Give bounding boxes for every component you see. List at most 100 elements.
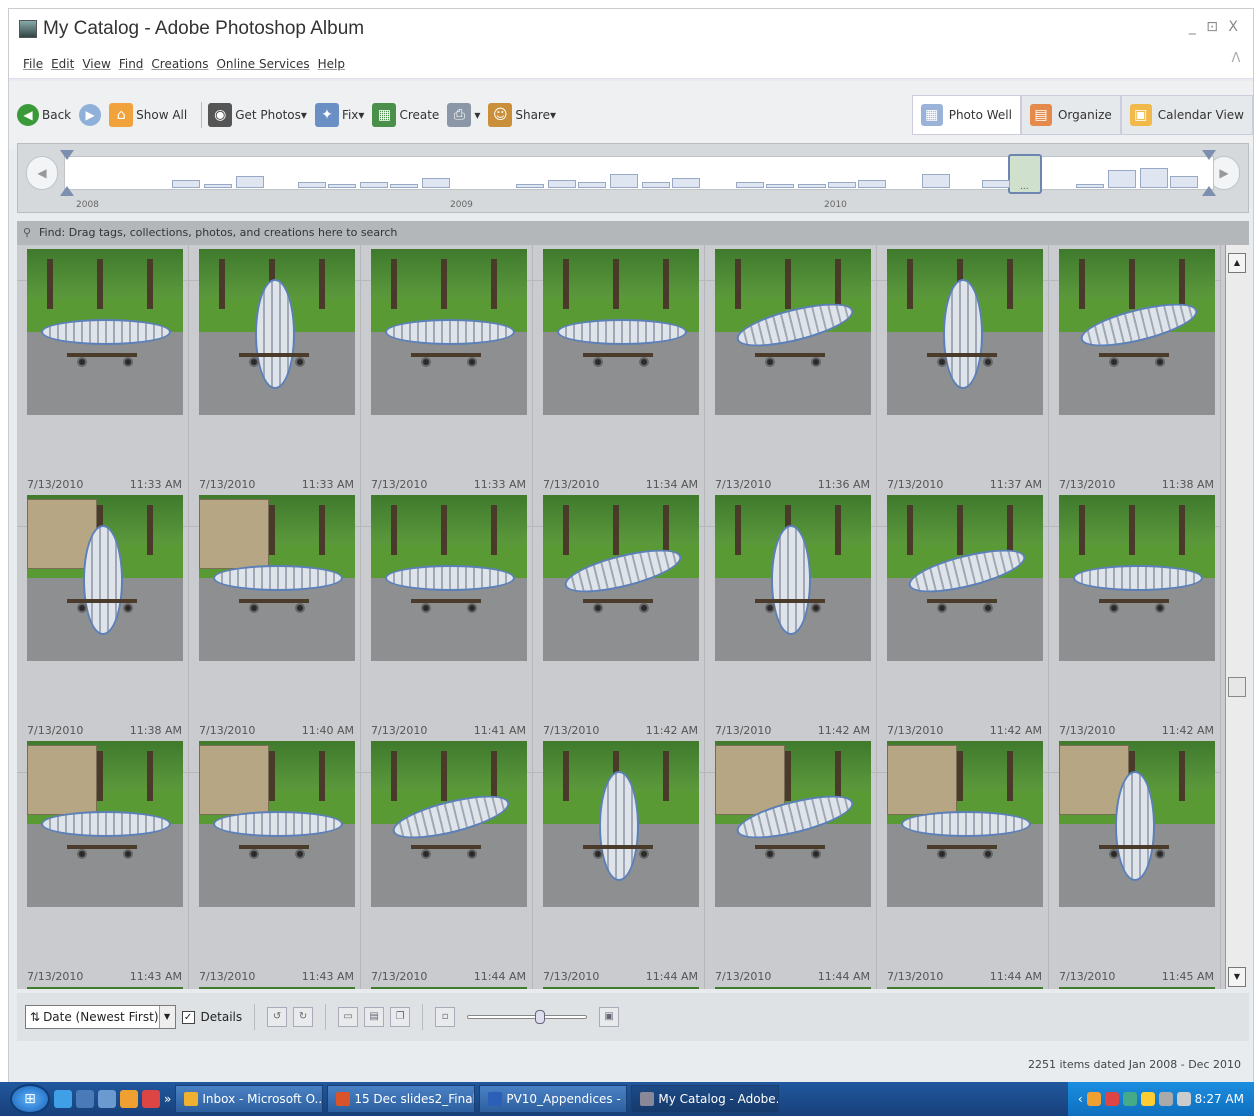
photo-thumbnail[interactable] xyxy=(371,987,527,989)
photo-thumbnail[interactable] xyxy=(1059,987,1215,989)
photo-cell[interactable]: 7/13/2010 11:38 AM xyxy=(1049,281,1221,661)
photo-cell[interactable]: 7/13/2010 11:33 AM xyxy=(361,281,533,661)
forward-button[interactable]: ▶ xyxy=(79,95,102,135)
start-button[interactable]: ⊞ xyxy=(10,1084,50,1114)
tray-network-icon[interactable] xyxy=(1158,1092,1173,1106)
small-thumbnail-icon[interactable]: ▫ xyxy=(435,1007,456,1027)
photo-cell[interactable]: 7/13/2010 11:41 AM xyxy=(361,527,533,907)
show-all-button[interactable]: ⌂ Show All xyxy=(109,95,187,135)
photo-cell[interactable]: 7/13/2010 11:37 AM xyxy=(877,281,1049,661)
menu-help[interactable]: Help xyxy=(318,57,345,71)
task-powerpoint[interactable]: 15 Dec slides2_Final ... xyxy=(327,1085,476,1113)
photo-thumbnail[interactable] xyxy=(715,987,871,989)
sort-order-label: Date (Newest First) xyxy=(43,1010,159,1024)
photo-cell[interactable] xyxy=(17,245,189,415)
photo-cell[interactable]: 7/13/2010 11:44 AM xyxy=(877,773,1049,989)
scroll-thumb[interactable] xyxy=(1228,677,1246,697)
menu-view[interactable]: View xyxy=(82,57,110,71)
quicklaunch-desktop-icon[interactable] xyxy=(98,1090,116,1108)
scroll-up-button[interactable]: ▲ xyxy=(1228,253,1246,273)
photo-cell[interactable] xyxy=(705,245,877,415)
photo-cell[interactable]: 7/13/2010 11:42 AM xyxy=(533,527,705,907)
quicklaunch-ie-icon[interactable] xyxy=(54,1090,72,1108)
timeline-scroll-left-button[interactable]: ◀ xyxy=(26,156,58,190)
binoculars-icon: ⚲ xyxy=(23,226,32,239)
timeline-end-handle[interactable] xyxy=(1202,150,1216,196)
menu-edit[interactable]: Edit xyxy=(51,57,74,71)
photo-cell[interactable]: 7/13/2010 11:42 AM xyxy=(705,527,877,907)
photo-cell[interactable]: 7/13/2010 11:34 AM xyxy=(533,281,705,661)
tray-icon[interactable] xyxy=(1122,1092,1137,1106)
quicklaunch-explorer-icon[interactable] xyxy=(76,1090,94,1108)
photo-cell[interactable] xyxy=(361,245,533,415)
photo-cell[interactable]: 7/13/2010 11:43 AM xyxy=(189,773,361,989)
sort-order-select[interactable]: ⇅ Date (Newest First) ▼ xyxy=(25,1005,176,1029)
tray-icon[interactable] xyxy=(1086,1092,1101,1106)
sort-dropdown-arrow-icon[interactable]: ▼ xyxy=(158,1006,175,1028)
stack-icon[interactable]: ❐ xyxy=(390,1007,411,1027)
zoom-slider-knob[interactable] xyxy=(535,1010,546,1024)
timeline[interactable]: ◀ ▶ ... 2008 2009 2010 xyxy=(17,143,1249,213)
thumbnail-size-slider[interactable] xyxy=(467,1010,588,1024)
task-word[interactable]: PV10_Appendices - ... xyxy=(479,1085,628,1113)
photo-cell[interactable]: 7/13/2010 11:44 AM xyxy=(361,773,533,989)
photo-cell[interactable]: 7/13/2010 11:38 AM xyxy=(17,527,189,907)
menu-find[interactable]: Find xyxy=(119,57,144,71)
share-label: Share▾ xyxy=(515,108,556,122)
photo-time: 11:38 AM xyxy=(1161,478,1214,491)
photo-cell[interactable] xyxy=(533,245,705,415)
taskbar: ⊞ » Inbox - Microsoft O... 15 Dec slides… xyxy=(0,1082,1254,1116)
large-thumbnail-icon[interactable]: ▣ xyxy=(599,1007,620,1027)
single-photo-view-icon[interactable]: ▭ xyxy=(338,1007,359,1027)
photo-cell[interactable] xyxy=(1049,245,1221,415)
photo-cell[interactable]: 7/13/2010 11:44 AM xyxy=(705,773,877,989)
vertical-scrollbar[interactable]: ▲ ▼ xyxy=(1225,245,1249,989)
share-button[interactable]: ☺ Share▾ xyxy=(488,95,556,135)
get-photos-button[interactable]: ◉ Get Photos▾ xyxy=(208,95,307,135)
photo-thumbnail[interactable] xyxy=(543,987,699,989)
back-button[interactable]: ◀ Back xyxy=(17,95,71,135)
timeline-start-handle[interactable] xyxy=(60,150,74,196)
photo-cell[interactable]: 7/13/2010 11:44 AM xyxy=(533,773,705,989)
quicklaunch-overflow[interactable]: » xyxy=(164,1092,171,1106)
menu-file[interactable]: File xyxy=(23,57,43,71)
photo-cell[interactable]: 7/13/2010 11:36 AM xyxy=(705,281,877,661)
quicklaunch-media-icon[interactable] xyxy=(142,1090,160,1108)
photo-thumbnail[interactable] xyxy=(27,987,183,989)
quicklaunch-app-icon[interactable] xyxy=(120,1090,138,1108)
slideshow-icon[interactable]: ▤ xyxy=(364,1007,385,1027)
tray-volume-icon[interactable] xyxy=(1176,1092,1191,1106)
photo-thumbnail[interactable] xyxy=(199,987,355,989)
scroll-down-button[interactable]: ▼ xyxy=(1228,967,1246,987)
window-controls[interactable]: _ ⊡ X xyxy=(1189,19,1241,35)
find-bar[interactable]: ⚲ Find: Drag tags, collections, photos, … xyxy=(17,221,1249,245)
tray-expand-icon[interactable]: ‹ xyxy=(1078,1092,1083,1106)
photo-cell[interactable]: 7/13/2010 11:43 AM xyxy=(17,773,189,989)
tray-icon[interactable] xyxy=(1140,1092,1155,1106)
task-outlook[interactable]: Inbox - Microsoft O... xyxy=(175,1085,324,1113)
photo-cell[interactable] xyxy=(877,245,1049,415)
tab-organize[interactable]: ▤ Organize xyxy=(1020,95,1121,135)
menu-creations[interactable]: Creations xyxy=(151,57,208,71)
create-button[interactable]: ▦ Create xyxy=(372,95,439,135)
details-checkbox[interactable]: ✓ xyxy=(181,1010,195,1024)
tab-photo-well[interactable]: ▦ Photo Well xyxy=(911,95,1021,135)
fix-button[interactable]: ✦ Fix▾ xyxy=(314,95,364,135)
photo-cell[interactable]: 7/13/2010 11:42 AM xyxy=(877,527,1049,907)
photo-cell[interactable]: 7/13/2010 11:40 AM xyxy=(189,527,361,907)
print-button[interactable]: ⎙ ▾ xyxy=(447,95,480,135)
photo-cell[interactable]: 7/13/2010 11:33 AM xyxy=(189,281,361,661)
photo-cell[interactable]: 7/13/2010 11:45 AM xyxy=(1049,773,1221,989)
photo-cell[interactable]: 7/13/2010 11:42 AM xyxy=(1049,527,1221,907)
tray-icon[interactable] xyxy=(1104,1092,1119,1106)
rotate-right-icon[interactable]: ↻ xyxy=(293,1007,314,1027)
task-photoshop-album[interactable]: My Catalog - Adobe... xyxy=(631,1085,780,1113)
photo-cell[interactable]: 7/13/2010 11:33 AM xyxy=(17,281,189,661)
timeline-current-marker[interactable]: ... xyxy=(1008,154,1042,194)
photo-cell[interactable] xyxy=(189,245,361,415)
photo-thumbnail[interactable] xyxy=(887,987,1043,989)
menu-online-services[interactable]: Online Services xyxy=(216,57,309,71)
rotate-left-icon[interactable]: ↺ xyxy=(267,1007,288,1027)
tab-calendar-view[interactable]: ▣ Calendar View xyxy=(1120,95,1253,135)
photo-date: 7/13/2010 xyxy=(543,478,600,491)
